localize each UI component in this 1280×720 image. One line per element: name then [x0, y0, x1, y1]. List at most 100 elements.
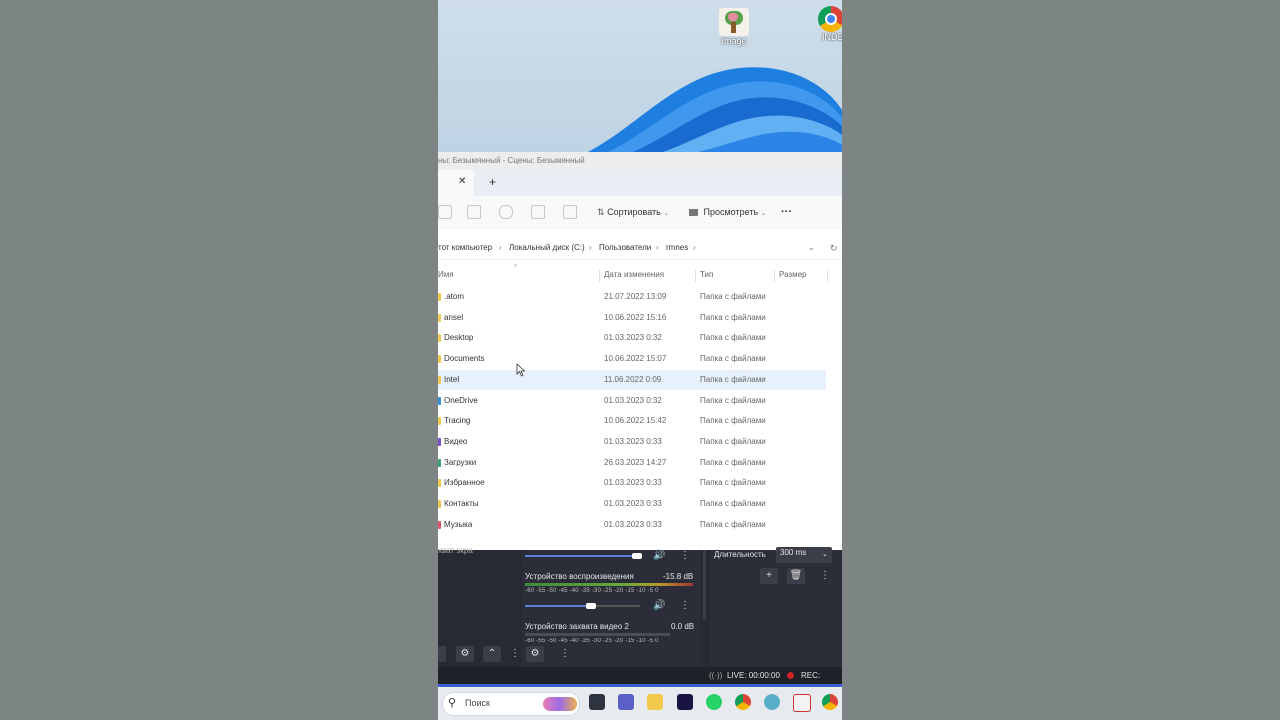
- file-type: Папка с файлами: [700, 416, 766, 426]
- meter-ticks: -60 -55 -50 -45 -40 -35 -30 -25 -20 -15 …: [525, 638, 659, 643]
- file-type: Папка с файлами: [700, 333, 766, 343]
- breadcrumb-separator: ›: [656, 243, 659, 252]
- file-date: 10.06.2022 15:07: [604, 354, 667, 364]
- folder-icon: [438, 417, 441, 426]
- file-date: 01.03.2023 0:33: [604, 499, 662, 508]
- settings-gear-icon[interactable]: ⚙: [456, 646, 474, 662]
- playback-level-meter: [525, 583, 693, 586]
- paste-icon[interactable]: [467, 205, 481, 219]
- playback-volume-slider[interactable]: [525, 605, 593, 607]
- world-icon[interactable]: [764, 694, 780, 710]
- more-vertical-icon[interactable]: ⋮: [680, 551, 690, 561]
- premiere-icon[interactable]: [677, 694, 693, 710]
- more-vertical-icon[interactable]: ⋮: [680, 601, 690, 611]
- table-row[interactable]: ansel 10.06.2022 15:16 Папка с файлами: [438, 308, 826, 328]
- chevron-down-icon[interactable]: ⌄: [808, 237, 815, 259]
- table-row[interactable]: Intel 11.06.2022 0:09 Папка с файлами: [438, 369, 826, 390]
- teams-icon[interactable]: [618, 694, 634, 710]
- broadcast-icon: ((·)): [709, 671, 723, 680]
- column-divider[interactable]: [774, 270, 775, 282]
- table-row[interactable]: Контакты 01.03.2023 0:33 Папка с файлами: [438, 494, 826, 514]
- volume-slider-top[interactable]: [525, 555, 640, 557]
- desktop-icon-image[interactable]: Image: [716, 8, 752, 46]
- chrome-icon[interactable]: [735, 694, 751, 710]
- breadcrumb-this-pc[interactable]: тот компьютер: [438, 237, 492, 259]
- file-name: ansel: [444, 312, 464, 322]
- breadcrumb-local-disk[interactable]: Локальный диск (C:): [509, 237, 585, 259]
- rename-icon[interactable]: [499, 205, 513, 219]
- advanced-audio-icon[interactable]: ⚙: [526, 646, 544, 662]
- desktop-icon-chrome[interactable]: INDE: [818, 6, 842, 42]
- chrome-icon: [818, 6, 842, 32]
- delete-icon[interactable]: [563, 205, 577, 219]
- file-type: Папка с файлами: [700, 374, 766, 384]
- taskbar-accent: [438, 684, 842, 687]
- column-divider[interactable]: [695, 270, 696, 282]
- file-date: 26.03.2023 14:27: [604, 457, 667, 467]
- taskview-icon[interactable]: [589, 694, 605, 710]
- column-size[interactable]: Размер: [779, 266, 807, 284]
- snip-icon[interactable]: [793, 694, 811, 712]
- command-bar: ⇅ Сортировать ⌄ Просмотреть ⌄ ···: [438, 196, 842, 230]
- speaker-icon[interactable]: 🔊: [653, 550, 665, 561]
- playback-db: -15.8 dB: [663, 572, 694, 581]
- table-row[interactable]: OneDrive 01.03.2023 0:32 Папка с файлами: [438, 391, 826, 411]
- breadcrumb-separator: ›: [499, 243, 502, 252]
- table-row[interactable]: Загрузки 26.03.2023 14:27 Папка с файлам…: [438, 453, 826, 473]
- add-icon[interactable]: +: [760, 568, 778, 584]
- refresh-icon[interactable]: ↻: [830, 237, 838, 259]
- tab-current[interactable]: ✕: [438, 170, 474, 196]
- whatsapp-icon[interactable]: [706, 694, 722, 710]
- file-name: Видео: [444, 436, 468, 446]
- table-row[interactable]: Desktop 01.03.2023 0:32 Папка с файлами: [438, 328, 826, 348]
- breadcrumb-users[interactable]: Пользователи: [599, 237, 651, 259]
- chevron-down-icon[interactable]: ⌄: [822, 550, 828, 558]
- address-bar[interactable]: тот компьютер › Локальный диск (C:) › По…: [438, 237, 842, 260]
- view-button[interactable]: Просмотреть ⌄: [689, 204, 767, 220]
- breadcrumb-user-folder[interactable]: rmnes: [666, 237, 688, 259]
- new-tab-button[interactable]: +: [489, 175, 496, 189]
- column-divider[interactable]: [827, 270, 828, 282]
- chevron-up-icon[interactable]: ⌃: [483, 646, 501, 662]
- obs-window-title: ны: Безымянный - Сцены: Безымянный: [438, 152, 842, 170]
- file-date: 01.03.2023 0:33: [604, 436, 662, 446]
- trash-icon[interactable]: 🗑: [787, 568, 805, 584]
- more-options-button[interactable]: ···: [781, 204, 792, 220]
- meter-ticks: -60 -55 -50 -45 -40 -35 -30 -25 -20 -15 …: [525, 588, 659, 594]
- column-divider[interactable]: [599, 270, 600, 282]
- trash-icon[interactable]: [438, 646, 446, 662]
- column-type[interactable]: Тип: [700, 266, 713, 284]
- share-icon[interactable]: [531, 205, 545, 219]
- table-row[interactable]: Избранное 01.03.2023 0:33 Папка с файлам…: [438, 473, 826, 493]
- more-vertical-icon[interactable]: ⋮: [510, 649, 520, 659]
- table-row[interactable]: Documents 10.06.2022 15:07 Папка с файла…: [438, 349, 826, 369]
- table-row[interactable]: Видео 01.03.2023 0:33 Папка с файлами: [438, 432, 826, 452]
- search-placeholder: Поиск: [465, 698, 490, 708]
- more-vertical-icon[interactable]: ⋮: [560, 649, 570, 659]
- live-timer: LIVE: 00:00:00: [727, 671, 780, 680]
- bloom-wallpaper-icon: [588, 67, 842, 152]
- copy-icon[interactable]: [438, 205, 452, 219]
- scrollbar[interactable]: [703, 550, 706, 620]
- sort-button[interactable]: ⇅ Сортировать ⌄: [597, 204, 669, 220]
- table-row[interactable]: Музыка 01.03.2023 0:33 Папка с файлами: [438, 515, 826, 535]
- volume-knob[interactable]: [632, 553, 642, 559]
- duration-label: Длительность: [714, 550, 766, 559]
- chrome-icon[interactable]: [822, 694, 838, 710]
- table-row[interactable]: Tracing 10.06.2022 15:42 Папка с файлами: [438, 411, 826, 431]
- close-tab-icon[interactable]: ✕: [458, 176, 466, 187]
- column-name[interactable]: Имя: [438, 266, 454, 284]
- search-highlight-icon: [543, 697, 577, 711]
- column-date[interactable]: Дата изменения: [604, 266, 664, 284]
- files-icon[interactable]: [647, 694, 663, 710]
- taskbar-search[interactable]: ⚲ Поиск: [442, 692, 580, 716]
- playback-volume-knob[interactable]: [586, 603, 596, 609]
- file-name: Desktop: [444, 333, 474, 343]
- speaker-icon[interactable]: 🔊: [653, 600, 665, 611]
- onedrive-icon: [438, 396, 441, 405]
- duration-input[interactable]: 300 ms ⌄: [776, 547, 832, 563]
- view-label: Просмотреть: [703, 207, 759, 217]
- tab-bar: ✕ +: [438, 170, 842, 196]
- table-row[interactable]: .atom 21.07.2022 13:09 Папка с файлами: [438, 287, 826, 307]
- more-vertical-icon[interactable]: ⋮: [820, 571, 830, 581]
